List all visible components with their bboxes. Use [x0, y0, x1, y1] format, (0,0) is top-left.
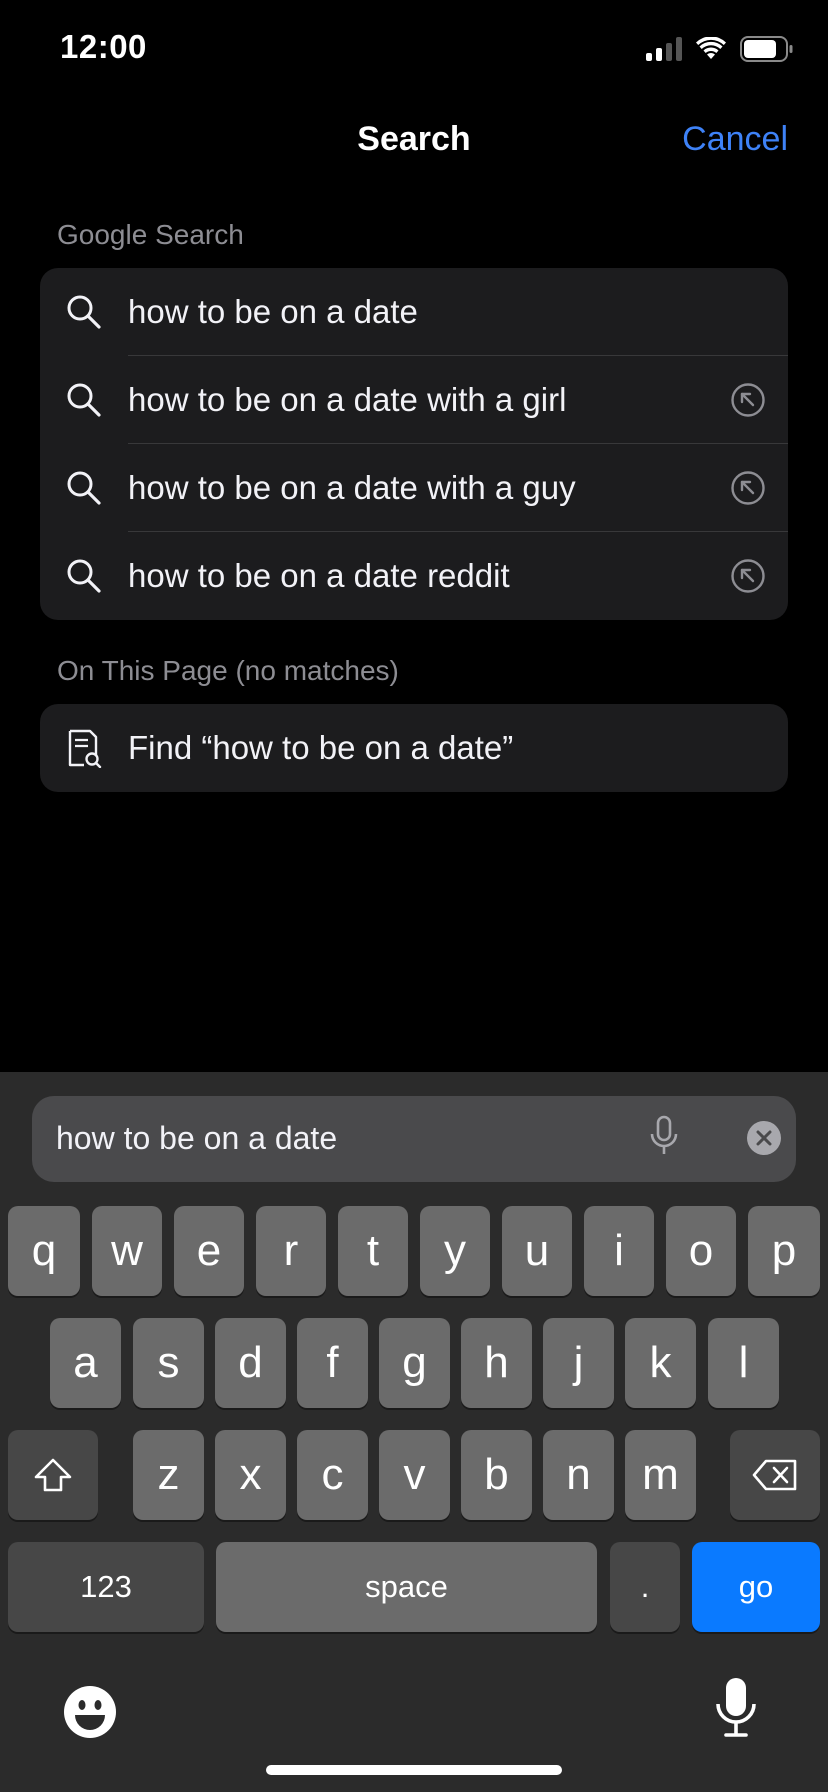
key-k[interactable]: k	[625, 1318, 696, 1408]
google-search-section-label: Google Search	[57, 219, 244, 250]
find-on-page-card: Find “how to be on a date”	[40, 704, 788, 792]
space-key[interactable]: space	[216, 1542, 597, 1632]
key-j[interactable]: j	[543, 1318, 614, 1408]
search-icon	[40, 470, 128, 506]
key-f[interactable]: f	[297, 1318, 368, 1408]
shift-arrow-icon	[34, 1458, 72, 1492]
suggestion-row[interactable]: how to be on a date	[40, 268, 788, 356]
search-icon	[40, 558, 128, 594]
microphone-icon[interactable]	[648, 1114, 680, 1163]
key-t[interactable]: t	[338, 1206, 408, 1296]
on-this-page-section-label: On This Page (no matches)	[57, 655, 399, 686]
cancel-button[interactable]: Cancel	[682, 120, 788, 159]
suggestion-text: how to be on a date with a girl	[128, 381, 567, 418]
shift-key[interactable]	[8, 1430, 98, 1520]
emoji-icon[interactable]	[62, 1684, 118, 1745]
key-u[interactable]: u	[502, 1206, 572, 1296]
suggestion-row[interactable]: how to be on a date reddit	[40, 532, 788, 620]
find-on-page-row[interactable]: Find “how to be on a date”	[40, 704, 788, 792]
key-i[interactable]: i	[584, 1206, 654, 1296]
key-o[interactable]: o	[666, 1206, 736, 1296]
suggestion-text: how to be on a date with a guy	[128, 469, 576, 506]
key-v[interactable]: v	[379, 1430, 450, 1520]
key-l[interactable]: l	[708, 1318, 779, 1408]
key-a[interactable]: a	[50, 1318, 121, 1408]
suggestion-row[interactable]: how to be on a date with a guy	[40, 444, 788, 532]
key-q[interactable]: q	[8, 1206, 80, 1296]
key-w[interactable]: w	[92, 1206, 162, 1296]
dictation-microphone-icon[interactable]	[714, 1676, 758, 1743]
search-icon	[40, 382, 128, 418]
status-time: 12:00	[60, 28, 147, 65]
key-x[interactable]: x	[215, 1430, 286, 1520]
search-icon	[40, 294, 128, 330]
fill-suggestion-arrow-icon[interactable]	[708, 382, 788, 418]
key-r[interactable]: r	[256, 1206, 326, 1296]
delete-backward-icon	[752, 1459, 797, 1491]
key-n[interactable]: n	[543, 1430, 614, 1520]
numbers-key[interactable]: 123	[8, 1542, 204, 1632]
google-suggestions-list: how to be on a date how to be on a date …	[40, 268, 788, 620]
period-key[interactable]: .	[610, 1542, 680, 1632]
key-c[interactable]: c	[297, 1430, 368, 1520]
status-bar: 12:00	[0, 0, 828, 100]
key-y[interactable]: y	[420, 1206, 490, 1296]
key-g[interactable]: g	[379, 1318, 450, 1408]
key-s[interactable]: s	[133, 1318, 204, 1408]
go-key[interactable]: go	[692, 1542, 820, 1632]
key-d[interactable]: d	[215, 1318, 286, 1408]
key-m[interactable]: m	[625, 1430, 696, 1520]
key-p[interactable]: p	[748, 1206, 820, 1296]
cellular-signal-icon	[646, 37, 682, 61]
status-icons	[646, 36, 794, 62]
suggestion-text: how to be on a date reddit	[128, 557, 510, 594]
fill-suggestion-arrow-icon[interactable]	[708, 470, 788, 506]
suggestion-text: how to be on a date	[128, 293, 418, 330]
search-header: Search Cancel	[0, 110, 828, 170]
key-b[interactable]: b	[461, 1430, 532, 1520]
find-on-page-text: Find “how to be on a date”	[128, 729, 514, 766]
key-z[interactable]: z	[133, 1430, 204, 1520]
search-input[interactable]: how to be on a date	[32, 1096, 796, 1182]
clear-text-icon[interactable]	[746, 1120, 782, 1161]
home-indicator	[266, 1765, 562, 1775]
keyboard-area: how to be on a date q w e r t y u i o p …	[0, 1072, 828, 1792]
find-in-page-icon	[40, 728, 128, 768]
search-input-value: how to be on a date	[56, 1120, 338, 1156]
wifi-icon	[696, 37, 726, 59]
fill-suggestion-arrow-icon[interactable]	[708, 558, 788, 594]
key-h[interactable]: h	[461, 1318, 532, 1408]
backspace-key[interactable]	[730, 1430, 820, 1520]
key-e[interactable]: e	[174, 1206, 244, 1296]
battery-icon	[740, 36, 793, 62]
suggestion-row[interactable]: how to be on a date with a girl	[40, 356, 788, 444]
